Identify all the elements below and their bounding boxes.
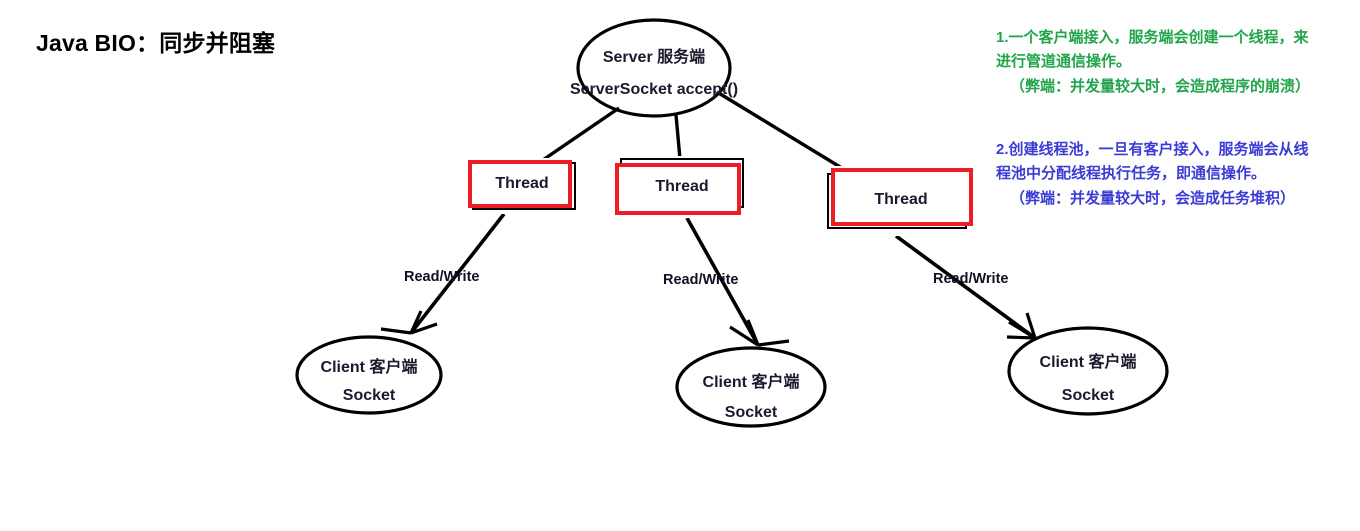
edge-label-read-write-1: Read/Write xyxy=(404,269,480,285)
annotation-note-1-line-3: （弊端：并发量较大时，会造成程序的崩溃） xyxy=(1010,77,1311,95)
thread-node-3[interactable]: Thread xyxy=(824,166,978,236)
client-node-1-label-primary: Client 客户端 xyxy=(320,359,418,376)
annotation-note-2: 2.创建线程池，一旦有客户接入，服务端会从线 程池中分配线程执行任务，即通信操作… xyxy=(996,138,1309,211)
edge-label-read-write-3: Read/Write xyxy=(933,271,1009,287)
edge-label-read-write-2: Read/Write xyxy=(663,272,739,288)
arrowhead-client-1 xyxy=(380,310,438,335)
connector-server-thread-1 xyxy=(539,106,620,164)
connector-thread-3-client-3 xyxy=(894,234,1037,340)
thread-node-2[interactable]: Thread xyxy=(612,156,752,218)
server-node-label-primary: Server 服务端 xyxy=(602,49,706,66)
thread-node-3-label: Thread xyxy=(874,191,928,208)
annotation-note-1: 1.一个客户端接入，服务端会创建一个线程，来 进行管道通信操作。 （弊端：并发量… xyxy=(996,26,1310,99)
client-node-1-label: Client 客户端 Socket xyxy=(297,360,441,404)
annotation-note-1-line-2: 进行管道通信操作。 xyxy=(996,53,1132,71)
client-node-3-label-secondary: Socket xyxy=(1061,387,1115,404)
client-node-2-label: Client 客户端 Socket xyxy=(679,375,823,421)
thread-node-2-label: Thread xyxy=(655,178,709,195)
thread-node-1-label: Thread xyxy=(495,175,549,192)
thread-node-3-label-wrap: Thread xyxy=(824,188,978,212)
annotation-note-2-line-3: （弊端：并发量较大时，会造成任务堆积） xyxy=(1010,189,1296,207)
diagram-canvas: Java BIO：同步并阻塞 Server 服务端 ServerSocket a… xyxy=(0,0,1360,531)
annotation-note-2-line-2: 程池中分配线程执行任务，即通信操作。 xyxy=(996,165,1267,183)
annotation-note-1-line-1: 1.一个客户端接入，服务端会创建一个线程，来 xyxy=(996,29,1309,46)
connector-server-thread-2 xyxy=(674,114,682,160)
client-node-3-label: Client 客户端 Socket xyxy=(1014,355,1162,404)
server-node-label-secondary: ServerSocket accept() xyxy=(569,81,739,98)
client-node-1-label-secondary: Socket xyxy=(342,387,396,404)
server-node-ellipse xyxy=(576,18,732,118)
client-node-3-label-primary: Client 客户端 xyxy=(1039,354,1137,371)
arrowhead-client-2 xyxy=(729,319,790,347)
thread-node-1-label-wrap: Thread xyxy=(466,172,578,196)
thread-node-2-label-wrap: Thread xyxy=(612,175,752,199)
client-node-2-label-secondary: Socket xyxy=(724,404,778,421)
thread-node-1[interactable]: Thread xyxy=(466,158,578,214)
client-node-2-label-primary: Client 客户端 xyxy=(702,374,800,391)
annotation-note-2-line-1: 2.创建线程池，一旦有客户接入，服务端会从线 xyxy=(996,141,1309,158)
